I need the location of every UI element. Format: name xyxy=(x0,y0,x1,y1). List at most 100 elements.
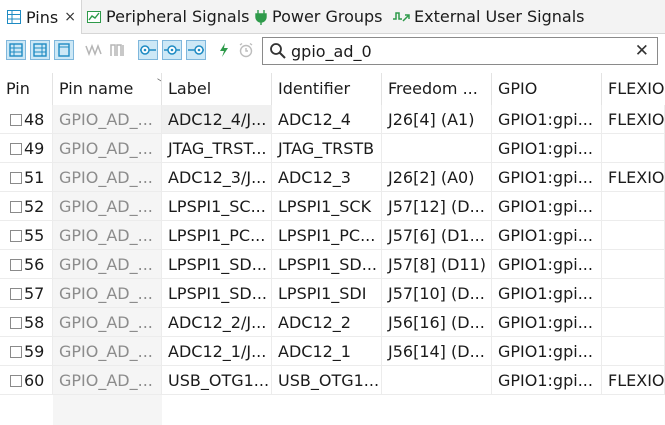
row-checkbox[interactable] xyxy=(10,346,22,358)
identifier-cell[interactable]: ADC12_4 xyxy=(272,105,382,134)
column-header-pin[interactable]: Pin xyxy=(0,73,53,105)
pin-cell[interactable]: 57 xyxy=(0,279,53,308)
freedom-cell[interactable]: J57[10] (D... xyxy=(382,279,492,308)
flexio-cell[interactable] xyxy=(602,308,665,337)
label-cell[interactable]: ADC12_4/J... xyxy=(162,105,272,134)
column-header-flexio[interactable]: FLEXIO xyxy=(602,73,665,105)
flexio-cell[interactable]: FLEXIO xyxy=(602,366,665,395)
column-header-pin-name[interactable]: ﹀ Pin name xyxy=(53,73,162,105)
table-row[interactable]: 59 GPIO_AD_... ADC12_1/J... ADC12_1 J56[14] … xyxy=(0,337,665,366)
row-checkbox[interactable] xyxy=(10,230,22,242)
pin-cell[interactable]: 58 xyxy=(0,308,53,337)
identifier-cell[interactable]: JTAG_TRSTB xyxy=(272,134,382,163)
identifier-cell[interactable]: LPSPI1_SD... xyxy=(272,250,382,279)
tab-external-user-signals[interactable]: External User Signals xyxy=(392,0,585,33)
route-left-icon[interactable] xyxy=(138,40,158,60)
label-cell[interactable]: LPSPI1_SD... xyxy=(162,250,272,279)
table-row[interactable]: 49 GPIO_AD_... JTAG_TRST... JTAG_TRSTB GPIO1… xyxy=(0,134,665,163)
flexio-cell[interactable] xyxy=(602,134,665,163)
tab-peripheral-signals[interactable]: Peripheral Signals xyxy=(86,0,249,33)
row-checkbox[interactable] xyxy=(10,172,22,184)
route-middle-icon[interactable] xyxy=(162,40,182,60)
pin-name-cell[interactable]: GPIO_AD_... xyxy=(53,337,162,366)
gpio-cell[interactable]: GPIO1:gpi... xyxy=(492,134,602,163)
table-row[interactable]: 60 GPIO_AD_... USB_OTG1... USB_OTG1... GPIO1… xyxy=(0,366,665,395)
pin-name-cell[interactable]: GPIO_AD_... xyxy=(53,163,162,192)
freedom-cell[interactable] xyxy=(382,366,492,395)
single-view-icon[interactable] xyxy=(54,40,74,60)
row-checkbox[interactable] xyxy=(10,201,22,213)
pin-cell[interactable]: 48 xyxy=(0,105,53,134)
lightning-icon[interactable] xyxy=(214,40,234,60)
route-right-icon[interactable] xyxy=(186,40,206,60)
pin-cell[interactable]: 56 xyxy=(0,250,53,279)
pin-cell[interactable]: 60 xyxy=(0,366,53,395)
table-row[interactable]: 56 GPIO_AD_... LPSPI1_SD... LPSPI1_SD... J57… xyxy=(0,250,665,279)
gpio-cell[interactable]: GPIO1:gpi... xyxy=(492,337,602,366)
freedom-cell[interactable]: J57[12] (D... xyxy=(382,192,492,221)
pin-name-cell[interactable]: GPIO_AD_... xyxy=(53,308,162,337)
label-cell[interactable]: ADC12_1/J... xyxy=(162,337,272,366)
identifier-cell[interactable]: LPSPI1_PC... xyxy=(272,221,382,250)
pin-name-cell[interactable]: GPIO_AD_... xyxy=(53,366,162,395)
gpio-cell[interactable]: GPIO1:gpi... xyxy=(492,163,602,192)
flexio-cell[interactable] xyxy=(602,221,665,250)
table-row[interactable]: 52 GPIO_AD_... LPSPI1_SC... LPSPI1_SCK J57[1… xyxy=(0,192,665,221)
flexio-cell[interactable] xyxy=(602,250,665,279)
column-header-identifier[interactable]: Identifier xyxy=(272,73,382,105)
freedom-cell[interactable] xyxy=(382,134,492,163)
gpio-cell[interactable]: GPIO1:gpi... xyxy=(492,221,602,250)
search-input[interactable] xyxy=(291,40,621,62)
identifier-cell[interactable]: USB_OTG1... xyxy=(272,366,382,395)
freedom-cell[interactable]: J26[2] (A0) xyxy=(382,163,492,192)
wave-icon[interactable] xyxy=(84,40,104,60)
row-checkbox[interactable] xyxy=(10,259,22,271)
flexio-cell[interactable] xyxy=(602,192,665,221)
rows-view-icon[interactable] xyxy=(30,40,50,60)
label-cell[interactable]: ADC12_3/J... xyxy=(162,163,272,192)
pin-name-cell[interactable]: GPIO_AD_... xyxy=(53,134,162,163)
flexio-cell[interactable] xyxy=(602,337,665,366)
table-row[interactable]: 57 GPIO_AD_... LPSPI1_SD... LPSPI1_SDI J57[1… xyxy=(0,279,665,308)
pin-name-cell[interactable]: GPIO_AD_... xyxy=(53,250,162,279)
freedom-cell[interactable]: J56[16] (D... xyxy=(382,308,492,337)
flexio-cell[interactable]: FLEXIO xyxy=(602,105,665,134)
pin-cell[interactable]: 59 xyxy=(0,337,53,366)
freedom-cell[interactable]: J57[6] (D1... xyxy=(382,221,492,250)
close-icon[interactable]: × xyxy=(64,9,76,25)
pin-name-cell[interactable]: GPIO_AD_... xyxy=(53,105,162,134)
table-row[interactable]: 48 GPIO_AD_... ADC12_4/J... ADC12_4 J26[4] (… xyxy=(0,105,665,134)
pin-cell[interactable]: 51 xyxy=(0,163,53,192)
label-cell[interactable]: JTAG_TRST... xyxy=(162,134,272,163)
row-checkbox[interactable] xyxy=(10,288,22,300)
pin-search-box[interactable]: ✕ xyxy=(262,37,658,65)
pin-cell[interactable]: 55 xyxy=(0,221,53,250)
label-cell[interactable]: ADC12_2/J... xyxy=(162,308,272,337)
gpio-cell[interactable]: GPIO1:gpi... xyxy=(492,279,602,308)
columns-view-icon[interactable] xyxy=(6,40,26,60)
flexio-cell[interactable]: FLEXIO xyxy=(602,163,665,192)
identifier-cell[interactable]: ADC12_1 xyxy=(272,337,382,366)
label-cell[interactable]: USB_OTG1... xyxy=(162,366,272,395)
row-checkbox[interactable] xyxy=(10,375,22,387)
row-checkbox[interactable] xyxy=(10,317,22,329)
pin-name-cell[interactable]: GPIO_AD_... xyxy=(53,192,162,221)
identifier-cell[interactable]: LPSPI1_SCK xyxy=(272,192,382,221)
tab-pins[interactable]: Pins × xyxy=(0,0,82,34)
clear-search-icon[interactable]: ✕ xyxy=(635,41,649,61)
flexio-cell[interactable] xyxy=(602,279,665,308)
column-header-gpio[interactable]: GPIO xyxy=(492,73,602,105)
freedom-cell[interactable]: J26[4] (A1) xyxy=(382,105,492,134)
table-row[interactable]: 55 GPIO_AD_... LPSPI1_PC... LPSPI1_PC... J57… xyxy=(0,221,665,250)
freedom-cell[interactable]: J57[8] (D11) xyxy=(382,250,492,279)
identifier-cell[interactable]: ADC12_3 xyxy=(272,163,382,192)
column-header-label[interactable]: Label xyxy=(162,73,272,105)
label-cell[interactable]: LPSPI1_SD... xyxy=(162,279,272,308)
alarm-icon[interactable] xyxy=(236,40,256,60)
label-cell[interactable]: LPSPI1_PC... xyxy=(162,221,272,250)
tab-power-groups[interactable]: Power Groups xyxy=(254,0,383,33)
pin-cell[interactable]: 52 xyxy=(0,192,53,221)
column-header-freedom[interactable]: Freedom ... xyxy=(382,73,492,105)
table-row[interactable]: 58 GPIO_AD_... ADC12_2/J... ADC12_2 J56[16] … xyxy=(0,308,665,337)
gpio-cell[interactable]: GPIO1:gpi... xyxy=(492,250,602,279)
